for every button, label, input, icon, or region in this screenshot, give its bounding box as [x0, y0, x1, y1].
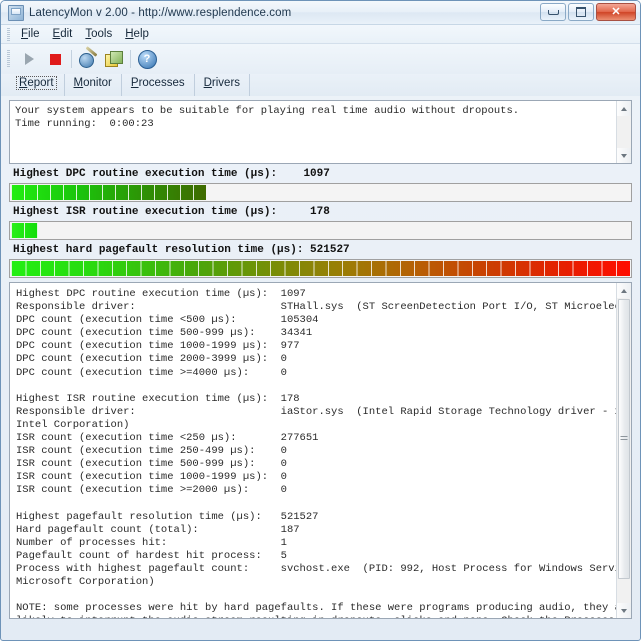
toolbar-grip[interactable]	[7, 50, 10, 68]
tab-strip: Report Monitor Processes Drivers	[1, 74, 640, 96]
pagefault-meter	[9, 259, 632, 278]
isr-meter	[9, 221, 632, 240]
report-panel: Your system appears to be suitable for p…	[1, 96, 640, 619]
menu-bar: File Edit Tools Help	[1, 25, 640, 44]
stop-square-icon	[49, 53, 61, 65]
report-textbox[interactable]: Highest DPC routine execution time (µs):…	[9, 282, 632, 619]
help-question-icon: ?	[137, 49, 157, 69]
caret-down-icon	[621, 608, 627, 613]
isr-meter-label: Highest ISR routine execution time (µs):…	[13, 206, 330, 218]
pagefault-meter-fill	[11, 261, 630, 276]
dpc-meter-fill	[11, 185, 206, 200]
settings-button[interactable]	[75, 45, 101, 71]
menu-item-tools[interactable]: Tools	[79, 27, 119, 41]
menu-item-file[interactable]: File	[15, 27, 47, 41]
menu-item-help-label: elp	[133, 28, 149, 40]
report-text: Highest DPC routine execution time (µs):…	[16, 288, 631, 618]
menu-grip[interactable]	[7, 27, 10, 41]
tab-drivers[interactable]: Drivers	[195, 74, 251, 96]
report-scroll-thumb[interactable]	[618, 299, 630, 579]
close-button[interactable]: ✕	[596, 3, 636, 21]
close-icon: ✕	[611, 5, 621, 18]
settings-wand-icon	[79, 45, 98, 68]
window-title: LatencyMon v 2.00 - http://www.resplende…	[29, 6, 292, 19]
cascade-windows-icon	[105, 51, 123, 67]
summary-text: Your system appears to be suitable for p…	[15, 105, 520, 131]
pagefault-meter-label: Highest hard pagefault resolution time (…	[13, 244, 350, 256]
menu-item-file-label: ile	[28, 28, 40, 40]
summary-scroll-down-button[interactable]	[617, 148, 631, 163]
tab-monitor[interactable]: Monitor	[65, 74, 122, 96]
stop-button[interactable]	[42, 47, 68, 71]
minimize-icon	[547, 9, 559, 15]
start-button[interactable]	[16, 47, 42, 71]
window-controls: ✕	[540, 3, 636, 21]
help-button[interactable]: ?	[134, 47, 160, 71]
report-scroll-up-button[interactable]	[617, 283, 631, 298]
menu-item-edit-label: dit	[60, 28, 73, 40]
report-scroll-down-button[interactable]	[617, 603, 631, 618]
title-bar: LatencyMon v 2.00 - http://www.resplende…	[1, 1, 640, 25]
menu-item-tools-label: ools	[91, 28, 113, 40]
menu-item-help[interactable]: Help	[119, 27, 156, 41]
latencymon-window: LatencyMon v 2.00 - http://www.resplende…	[0, 0, 641, 641]
summary-scroll-up-button[interactable]	[617, 101, 631, 116]
summary-textbox[interactable]: Your system appears to be suitable for p…	[9, 100, 632, 164]
maximize-button[interactable]	[568, 3, 594, 21]
toolbar-separator-1	[71, 50, 72, 68]
caret-up-icon	[621, 288, 627, 293]
report-scrollbar[interactable]	[616, 283, 631, 618]
minimize-button[interactable]	[540, 3, 566, 21]
dpc-meter	[9, 183, 632, 202]
play-triangle-icon	[24, 53, 34, 65]
tab-processes[interactable]: Processes	[122, 74, 195, 96]
menu-item-edit[interactable]: Edit	[47, 27, 80, 41]
scroll-thumb-grip	[620, 436, 628, 442]
summary-scrollbar[interactable]	[616, 101, 631, 163]
dpc-meter-label: Highest DPC routine execution time (µs):…	[13, 168, 330, 180]
always-on-top-button[interactable]	[101, 47, 127, 71]
isr-meter-fill	[11, 223, 38, 238]
maximize-icon	[576, 7, 586, 17]
caret-up-icon	[621, 106, 627, 111]
toolbar: ?	[1, 44, 640, 74]
app-icon	[8, 4, 24, 21]
toolbar-separator-2	[130, 50, 131, 68]
tab-report[interactable]: Report	[9, 74, 65, 96]
caret-down-icon	[621, 153, 627, 158]
